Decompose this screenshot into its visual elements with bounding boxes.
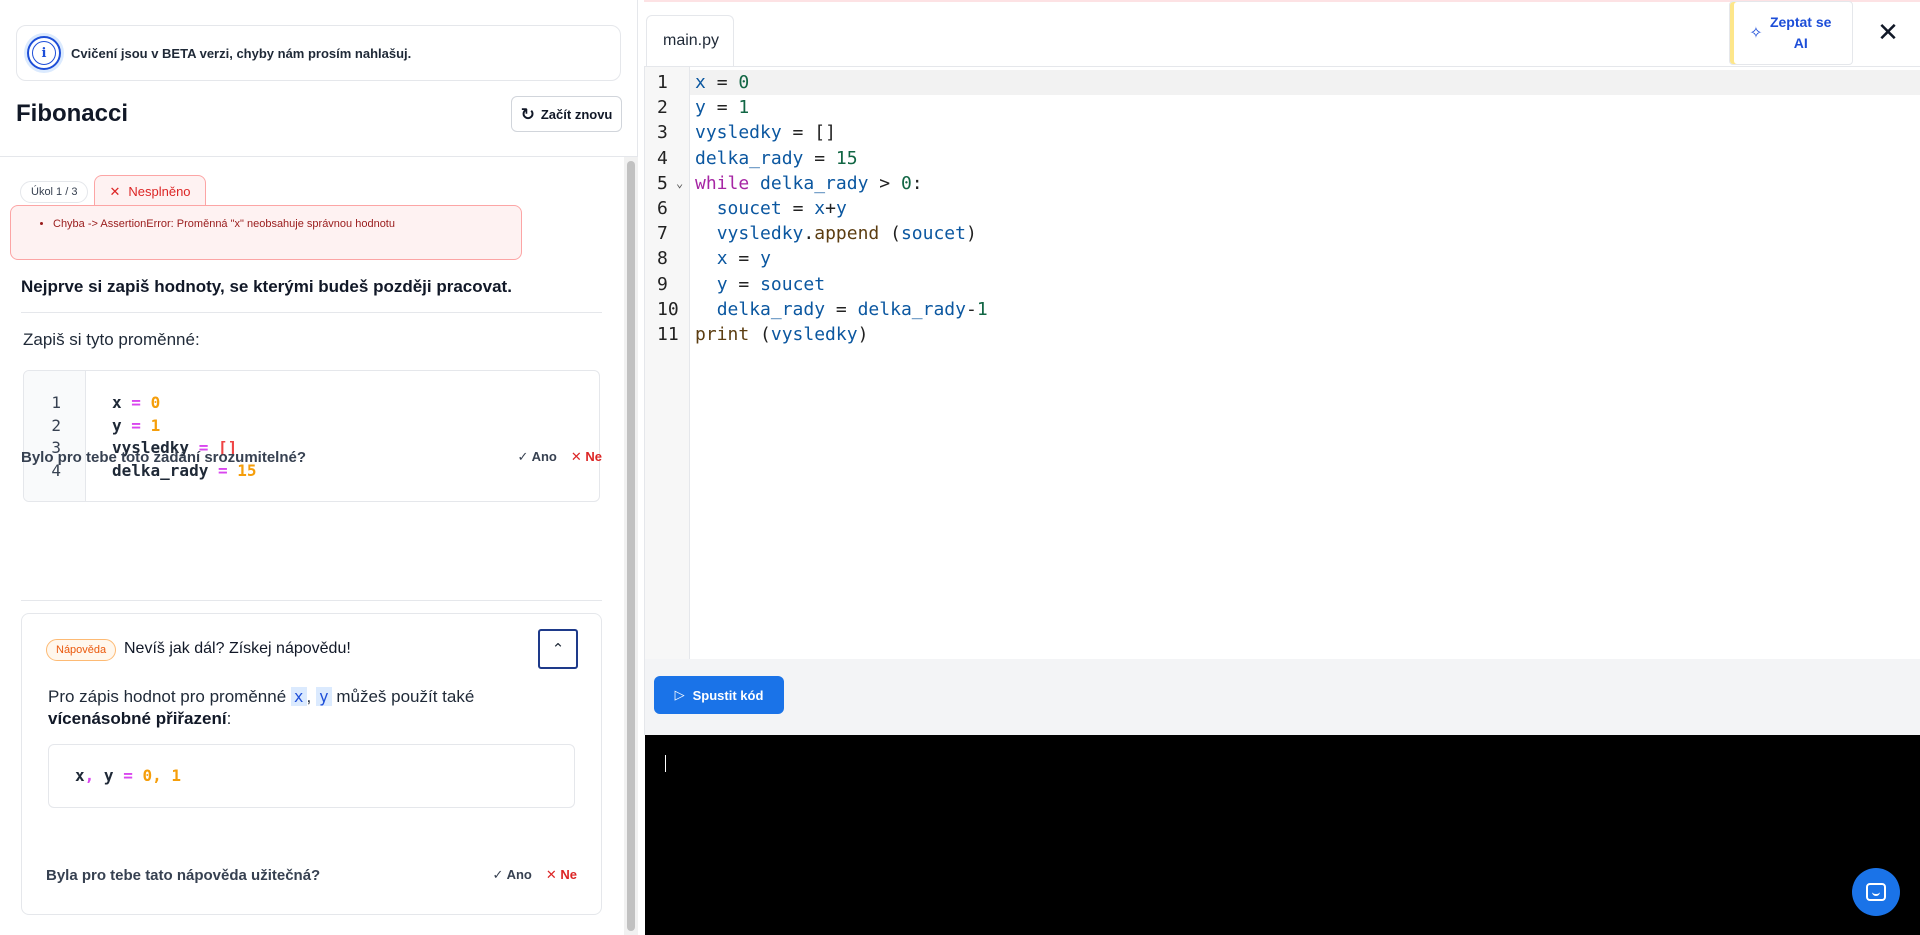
code-line: x = 0 xyxy=(112,393,161,412)
info-icon: i xyxy=(27,36,61,70)
editor-code-line[interactable]: vysledky.append (soucet) xyxy=(695,221,988,246)
line-number: 4 xyxy=(657,147,668,169)
code-line: y = 1 xyxy=(112,415,161,435)
hint-text: Pro zápis hodnot pro proměnné x, y můžeš… xyxy=(48,687,475,728)
chat-widget-button[interactable] xyxy=(1852,868,1900,916)
check-icon: ✓ xyxy=(492,867,504,882)
editor-code-line[interactable]: delka_rady = 15 xyxy=(695,146,988,171)
code-editor[interactable]: 1 2 3 4 5 ⌄ 6 7 8 9 10 11 x = 0y = 1 vysle… xyxy=(644,67,1920,659)
hint-feedback-yes-button[interactable]: ✓ Ano xyxy=(493,867,532,883)
divider xyxy=(21,312,602,313)
code-lines: x = 0 y = 1 vysledky = [] delka_rady = 1… xyxy=(86,371,257,501)
ask-ai-button[interactable]: ✧ Zeptat se AI xyxy=(1729,1,1853,65)
line-number: 9 xyxy=(657,273,668,295)
task-heading: Nejprve si zapiš hodnoty, se kterými bud… xyxy=(21,277,512,296)
task-feedback-question: Bylo pro tebe toto zadání srozumitelné? xyxy=(21,448,307,466)
code-x: x xyxy=(290,687,307,706)
app-root: i Cvičení jsou v BETA verzi, chyby nám p… xyxy=(0,0,1920,935)
beta-banner: i Cvičení jsou v BETA verzi, chyby nám p… xyxy=(16,25,621,81)
status-tab-label: Nesplněno xyxy=(128,184,191,199)
x-icon: ✕ xyxy=(570,449,582,464)
editor-code-line[interactable]: x = y xyxy=(695,246,988,271)
editor-line-numbers: 1 2 3 4 5 ⌄ 6 7 8 9 10 11 xyxy=(645,70,690,347)
scrollbar-thumb[interactable] xyxy=(627,161,635,931)
line-number: 2 xyxy=(657,97,668,119)
error-message-box: Chyba -> AssertionError: Proměnná "x" ne… xyxy=(10,205,522,260)
tab-main-py[interactable]: main.py xyxy=(646,15,734,66)
line-number: 1 xyxy=(51,393,61,412)
feedback-no-button[interactable]: ✕ Ne xyxy=(571,449,602,465)
line-number: 10 xyxy=(657,298,679,320)
hint-card: Nápověda Nevíš jak dál? Získej nápovědu!… xyxy=(21,613,602,915)
console-cursor xyxy=(665,755,666,772)
play-icon: ▷ xyxy=(674,687,685,702)
run-code-label: Spustit kód xyxy=(692,687,764,703)
line-number: 8 xyxy=(657,248,668,270)
editor-code-line[interactable]: while delka_rady > 0: xyxy=(695,171,988,196)
check-icon: ✓ xyxy=(517,449,529,464)
exercise-panel: i Cvičení jsou v BETA verzi, chyby nám p… xyxy=(0,0,638,935)
fold-chevron-icon[interactable]: ⌄ xyxy=(676,171,683,196)
code-y: y xyxy=(315,687,332,706)
beta-banner-text: Cvičení jsou v BETA verzi, chyby nám pro… xyxy=(71,45,412,61)
x-icon: ✕ xyxy=(109,183,121,199)
ide-panel: main.py ✧ Zeptat se AI ✕ 1 2 3 4 5 ⌄ 6 7 … xyxy=(644,0,1920,935)
code-line-numbers: 1 2 3 4 xyxy=(24,371,86,501)
output-console[interactable] xyxy=(645,735,1920,935)
hint-feedback-row: Byla pro tebe tato nápověda užitečná? ✓ … xyxy=(46,863,577,887)
task-feedback-options: ✓ Ano ✕ Ne xyxy=(518,449,602,465)
task-counter-badge: Úkol 1 / 3 xyxy=(20,181,89,203)
editor-code-line[interactable]: delka_rady = delka_rady-1 xyxy=(695,297,988,322)
top-accent-line xyxy=(644,0,1920,2)
task-code-block: 1 2 3 4 x = 0 y = 1 vysledky = [] delka_… xyxy=(23,370,600,502)
task-feedback-row: Bylo pro tebe toto zadání srozumitelné? … xyxy=(21,445,602,469)
editor-code-line[interactable]: y = soucet xyxy=(695,272,988,297)
chevron-up-icon: ⌃ xyxy=(551,641,565,658)
task-intro: Zapiš si tyto proměnné: xyxy=(23,330,200,349)
close-button[interactable]: ✕ xyxy=(1872,16,1904,48)
line-number: 6 xyxy=(657,197,668,219)
line-number: 3 xyxy=(657,122,668,144)
scrollbar[interactable] xyxy=(624,157,638,935)
line-number: 5 ⌄ xyxy=(657,171,684,196)
editor-code-line[interactable]: y = 1 xyxy=(695,95,988,120)
hint-code-example: x, y = 0, 1 xyxy=(48,744,575,808)
divider xyxy=(21,600,602,601)
editor-code-line[interactable]: x = 0 xyxy=(695,70,988,95)
chat-icon xyxy=(1866,883,1886,901)
hint-feedback-no-button[interactable]: ✕ Ne xyxy=(546,867,577,883)
editor-code-line[interactable]: soucet = x+y xyxy=(695,196,988,221)
hint-feedback-question: Byla pro tebe tato nápověda užitečná? xyxy=(46,866,321,884)
exercise-title: Fibonacci xyxy=(16,100,129,127)
line-number: 7 xyxy=(657,223,668,245)
task-scroll-area: Úkol 1 / 3 ✕ Nesplněno Chyba -> Assertio… xyxy=(0,157,624,935)
feedback-yes-button[interactable]: ✓ Ano xyxy=(518,449,557,465)
task-tabs: Úkol 1 / 3 ✕ Nesplněno xyxy=(20,175,206,207)
hint-collapse-button[interactable]: ⌃ xyxy=(538,629,578,669)
hint-badge: Nápověda xyxy=(46,639,117,661)
close-icon: ✕ xyxy=(1877,16,1899,47)
hint-feedback-options: ✓ Ano ✕ Ne xyxy=(493,867,577,883)
refresh-icon: ↻ xyxy=(520,104,535,124)
hint-title: Nevíš jak dál? Získej nápovědu! xyxy=(124,640,351,657)
restart-button-label: Začít znovu xyxy=(540,106,613,122)
line-number: 11 xyxy=(657,323,679,345)
editor-code-line[interactable]: vysledky = [] xyxy=(695,120,988,145)
editor-code-line[interactable]: print (vysledky) xyxy=(695,322,988,347)
tab-status-failed[interactable]: ✕ Nesplněno xyxy=(94,175,206,207)
restart-button[interactable]: ↻ Začít znovu xyxy=(511,96,622,132)
editor-code-lines[interactable]: x = 0y = 1 vysledky = [] delka_rady = 15 wh… xyxy=(695,70,988,347)
run-code-button[interactable]: ▷ Spustit kód xyxy=(654,676,784,714)
line-number: 2 xyxy=(51,415,61,435)
run-toolbar: ▷ Spustit kód xyxy=(644,659,1920,735)
line-number: 1 xyxy=(657,72,668,93)
sparkle-icon: ✧ xyxy=(1749,25,1763,42)
ask-ai-label: Zeptat se AI xyxy=(1769,14,1832,51)
x-icon: ✕ xyxy=(545,867,557,882)
error-message: Chyba -> AssertionError: Proměnná "x" ne… xyxy=(53,218,521,230)
